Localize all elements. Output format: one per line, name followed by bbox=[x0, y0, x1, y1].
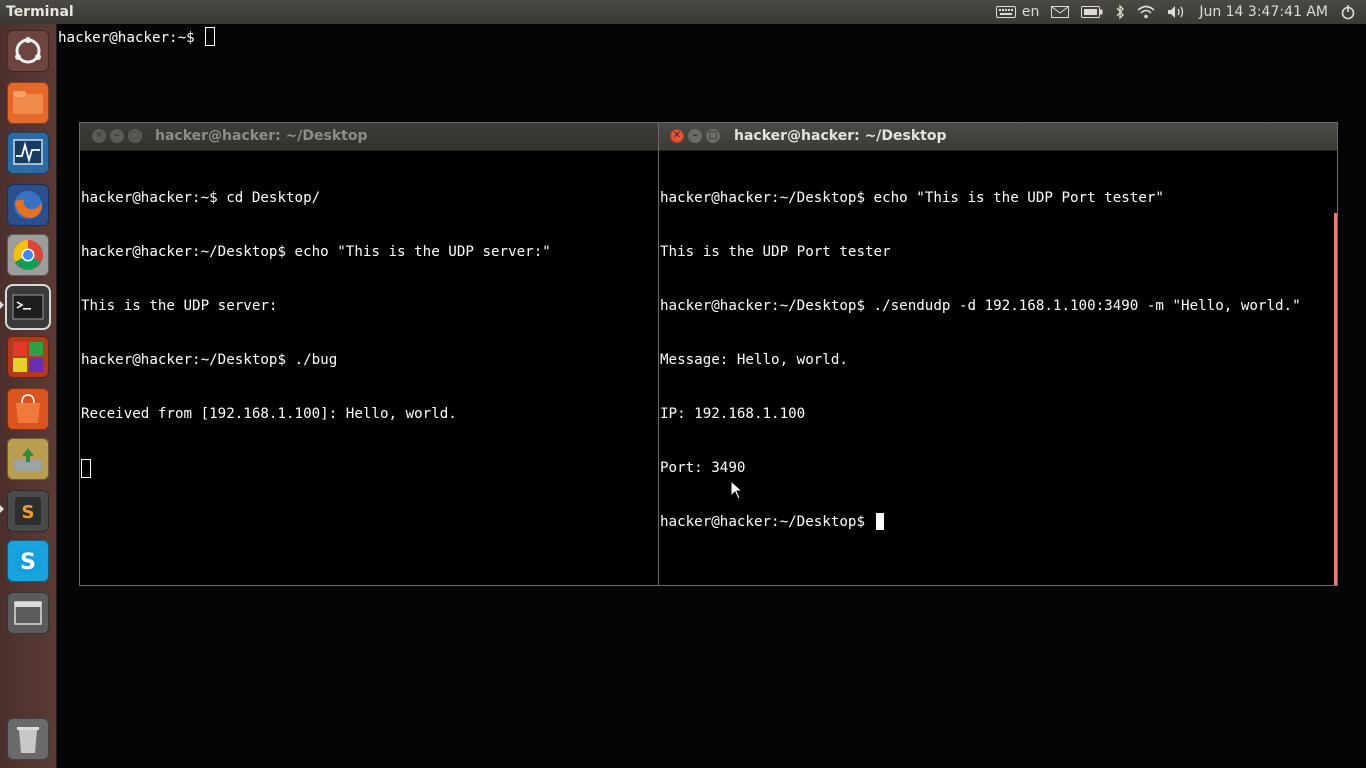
launcher-trash[interactable] bbox=[7, 718, 49, 760]
bluetooth-icon bbox=[1115, 4, 1125, 20]
indicator-area: en Jun 14 3:47:41 AM bbox=[995, 0, 1366, 24]
top-panel: Terminal en Jun 14 3:47:41 AM bbox=[0, 0, 1366, 24]
terminal-line: IP: 192.168.1.100 bbox=[660, 406, 806, 422]
terminal-output[interactable]: hacker@hacker:~$ cd Desktop/ hacker@hack… bbox=[81, 153, 551, 515]
clock-indicator[interactable]: Jun 14 3:47:41 AM bbox=[1199, 0, 1328, 24]
terminal-icon bbox=[7, 286, 49, 328]
minimize-button[interactable]: – bbox=[110, 129, 124, 143]
terminal-cursor bbox=[875, 513, 884, 530]
background-terminal-prompt: hacker@hacker:~$ bbox=[58, 30, 204, 46]
terminal-prompt-line: hacker@hacker:~/Desktop$ bbox=[660, 513, 1301, 531]
session-indicator[interactable] bbox=[1340, 4, 1356, 20]
ubuntu-logo-icon bbox=[7, 30, 49, 72]
clock-label: Jun 14 3:47:41 AM bbox=[1199, 4, 1328, 20]
battery-indicator[interactable] bbox=[1081, 6, 1103, 18]
launcher-skype[interactable]: S bbox=[7, 540, 49, 582]
terminal-line: Port: 3490 bbox=[660, 460, 746, 476]
running-indicator-sublime bbox=[0, 505, 4, 513]
messaging-indicator[interactable] bbox=[1051, 6, 1070, 18]
terminal-output[interactable]: hacker@hacker:~/Desktop$ echo "This is t… bbox=[660, 153, 1301, 567]
minimize-icon: – bbox=[692, 130, 698, 141]
window-titlebar[interactable]: ✕ – □ hacker@hacker: ~/Desktop bbox=[80, 123, 658, 151]
launcher: S S bbox=[0, 24, 57, 768]
bluetooth-indicator[interactable] bbox=[1115, 4, 1125, 20]
backup-drive-icon bbox=[7, 438, 49, 480]
wifi-icon bbox=[1137, 5, 1155, 19]
window-title: hacker@hacker: ~/Desktop bbox=[734, 128, 947, 144]
terminal-line: hacker@hacker:~$ cd Desktop/ bbox=[81, 190, 321, 206]
terminal-cursor-line bbox=[81, 459, 551, 479]
svg-text:S: S bbox=[20, 550, 36, 575]
launcher-system-monitor[interactable] bbox=[7, 132, 49, 174]
keyboard-layout-label: en bbox=[1021, 4, 1040, 20]
launcher-chrome[interactable] bbox=[7, 234, 49, 276]
active-app-title: Terminal bbox=[6, 4, 74, 20]
terminal-line: hacker@hacker:~/Desktop$ echo "This is t… bbox=[660, 190, 1164, 206]
close-icon: ✕ bbox=[672, 130, 682, 141]
folder-icon bbox=[7, 82, 49, 124]
launcher-sublime-text[interactable]: S bbox=[7, 490, 49, 532]
terminal-line: hacker@hacker:~/Desktop$ ./bug bbox=[81, 352, 338, 368]
maximize-icon: □ bbox=[708, 130, 718, 141]
trash-icon bbox=[7, 718, 49, 760]
terminal-cursor bbox=[81, 459, 91, 478]
terminal-line: Received from [192.168.1.100]: Hello, wo… bbox=[81, 406, 457, 422]
workspace-switcher-icon bbox=[7, 592, 49, 634]
keyboard-icon bbox=[995, 6, 1016, 18]
terminal-line: This is the UDP server: bbox=[81, 298, 278, 314]
shopping-bag-icon bbox=[7, 388, 49, 430]
launcher-dash-home[interactable] bbox=[7, 30, 49, 72]
minimize-icon: – bbox=[114, 130, 120, 141]
launcher-crossover[interactable] bbox=[7, 336, 49, 378]
keyboard-indicator[interactable]: en bbox=[995, 0, 1040, 24]
launcher-backup[interactable] bbox=[7, 438, 49, 480]
sublime-text-icon: S bbox=[7, 490, 49, 532]
launcher-firefox[interactable] bbox=[7, 184, 49, 226]
close-icon: ✕ bbox=[94, 130, 104, 141]
close-button[interactable]: ✕ bbox=[92, 129, 106, 143]
terminal-window-tester[interactable]: ✕ – □ hacker@hacker: ~/Desktop hacker@ha… bbox=[658, 122, 1338, 586]
mail-icon bbox=[1051, 6, 1070, 18]
skype-icon: S bbox=[7, 540, 49, 582]
terminal-line: Message: Hello, world. bbox=[660, 352, 848, 368]
window-resize-edge[interactable] bbox=[1334, 213, 1337, 585]
sound-indicator[interactable] bbox=[1167, 5, 1187, 19]
terminal-cursor bbox=[205, 27, 216, 46]
volume-icon bbox=[1167, 5, 1187, 19]
mouse-pointer-icon bbox=[730, 479, 744, 504]
launcher-workspace-switcher[interactable] bbox=[7, 592, 49, 634]
system-monitor-icon bbox=[7, 132, 49, 174]
terminal-line: hacker@hacker:~/Desktop$ ./sendudp -d 19… bbox=[660, 298, 1301, 314]
terminal-window-server[interactable]: ✕ – □ hacker@hacker: ~/Desktop hacker@ha… bbox=[79, 122, 659, 586]
background-terminal-line: hacker@hacker:~$ bbox=[58, 27, 216, 47]
window-title: hacker@hacker: ~/Desktop bbox=[155, 128, 368, 144]
terminal-prompt: hacker@hacker:~/Desktop$ bbox=[660, 514, 874, 530]
minimize-button[interactable]: – bbox=[688, 129, 702, 143]
terminal-line: This is the UDP Port tester bbox=[660, 244, 891, 260]
crossover-icon bbox=[7, 336, 49, 378]
chrome-icon bbox=[7, 234, 49, 276]
launcher-terminal[interactable] bbox=[7, 286, 49, 328]
network-indicator[interactable] bbox=[1137, 5, 1155, 19]
maximize-icon: □ bbox=[130, 130, 140, 141]
close-button[interactable]: ✕ bbox=[670, 129, 684, 143]
launcher-ubuntu-software[interactable] bbox=[7, 388, 49, 430]
maximize-button[interactable]: □ bbox=[706, 129, 720, 143]
running-indicator-terminal bbox=[0, 301, 4, 309]
svg-text:S: S bbox=[22, 502, 35, 523]
window-titlebar[interactable]: ✕ – □ hacker@hacker: ~/Desktop bbox=[659, 123, 1337, 151]
power-gear-icon bbox=[1340, 4, 1356, 20]
maximize-button[interactable]: □ bbox=[128, 129, 142, 143]
launcher-files[interactable] bbox=[7, 82, 49, 124]
firefox-icon bbox=[7, 184, 49, 226]
terminal-line: hacker@hacker:~/Desktop$ echo "This is t… bbox=[81, 244, 551, 260]
battery-icon bbox=[1081, 6, 1103, 18]
